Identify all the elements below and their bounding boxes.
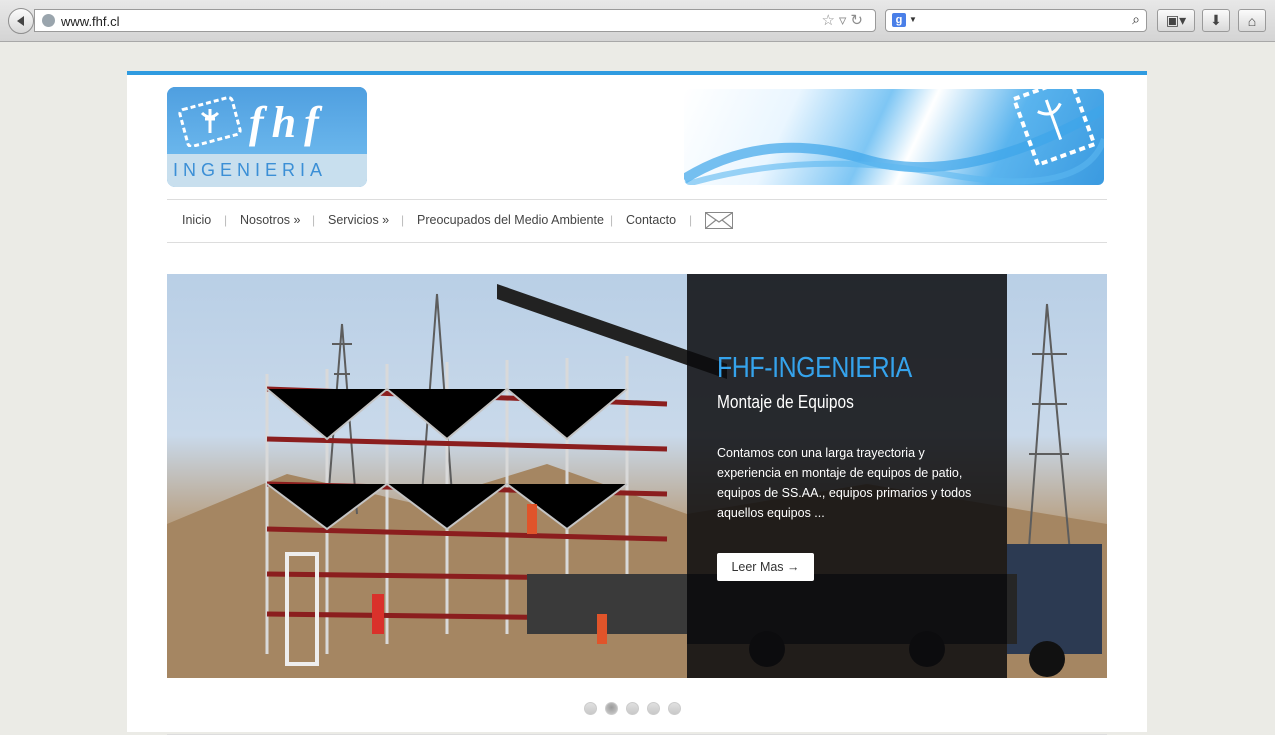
nav-item-servicios[interactable]: Servicios » xyxy=(328,213,389,227)
bookmarks-button[interactable]: ▣▾ xyxy=(1157,9,1195,32)
globe-icon xyxy=(42,14,55,27)
google-icon[interactable]: g xyxy=(892,13,906,27)
download-icon: ⬇ xyxy=(1210,12,1222,28)
nav-item-inicio[interactable]: Inicio xyxy=(182,213,211,227)
hero-slider[interactable]: FHF-INGENIERIA Montaje de Equipos Contam… xyxy=(167,274,1107,678)
downloads-button[interactable]: ⬇ xyxy=(1202,9,1230,32)
bookmark-star-icon[interactable]: ☆▿↻ xyxy=(821,11,867,29)
slide-caption: FHF-INGENIERIA Montaje de Equipos Contam… xyxy=(687,274,1007,678)
page-container: fhf INGENIERIA Inicio | Nosotros » | Ser… xyxy=(127,71,1147,735)
nav-separator: | xyxy=(401,213,405,227)
nav-separator: | xyxy=(224,213,228,227)
mail-icon[interactable] xyxy=(705,212,733,229)
chevron-down-icon[interactable]: ▼ xyxy=(909,15,917,24)
address-bar[interactable]: www.fhf.cl ☆▿↻ xyxy=(34,9,876,32)
main-navigation: Inicio | Nosotros » | Servicios » | Preo… xyxy=(167,199,1107,243)
logo-text: fhf xyxy=(249,98,327,147)
header-banner-image xyxy=(684,89,1104,185)
slide-dot-5[interactable] xyxy=(668,702,681,715)
nav-item-contacto[interactable]: Contacto xyxy=(626,213,676,227)
slide-dot-2[interactable] xyxy=(605,702,618,715)
slide-description: Contamos con una larga trayectoria y exp… xyxy=(717,446,972,520)
nav-item-nosotros[interactable]: Nosotros » xyxy=(240,213,300,227)
url-text: www.fhf.cl xyxy=(61,14,120,29)
slide-dot-1[interactable] xyxy=(584,702,597,715)
slide-subtitle: Montaje de Equipos xyxy=(717,392,854,412)
back-button[interactable] xyxy=(8,8,34,34)
bookmarks-icon: ▣▾ xyxy=(1165,12,1187,28)
home-button[interactable]: ⌂ xyxy=(1238,9,1266,32)
nav-separator: | xyxy=(610,213,614,227)
read-more-button[interactable]: Leer Mas → xyxy=(717,553,814,581)
back-arrow-icon xyxy=(17,16,24,26)
nav-separator: | xyxy=(312,213,316,227)
logo-emblem-icon xyxy=(178,96,242,147)
home-icon: ⌂ xyxy=(1247,12,1257,29)
slide-dot-4[interactable] xyxy=(647,702,660,715)
search-icon[interactable]: ⌕ xyxy=(1132,11,1140,28)
slide-title: FHF-INGENIERIA xyxy=(717,352,912,384)
nav-item-medio-ambiente[interactable]: Preocupados del Medio Ambiente xyxy=(417,213,604,227)
nav-separator: | xyxy=(689,213,693,227)
search-bar[interactable]: g ▼ ⌕ xyxy=(885,9,1147,32)
browser-toolbar: www.fhf.cl ☆▿↻ g ▼ ⌕ ▣▾ ⬇ ⌂ xyxy=(0,0,1275,42)
site-logo[interactable]: fhf INGENIERIA xyxy=(167,87,367,187)
slide-dot-3[interactable] xyxy=(626,702,639,715)
logo-subtext: INGENIERIA xyxy=(173,160,328,180)
